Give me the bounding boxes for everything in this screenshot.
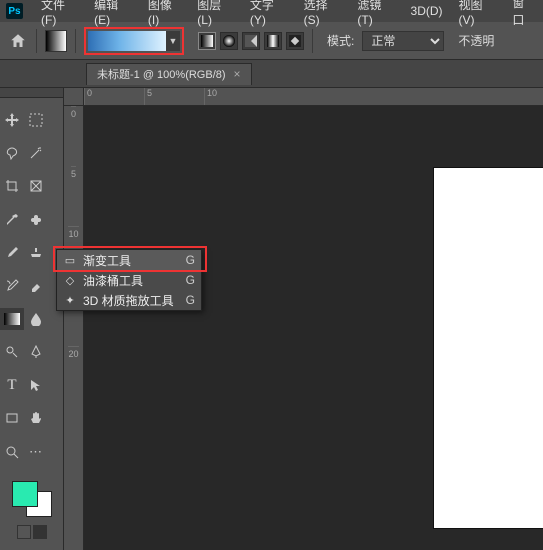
mode-label: 模式:	[327, 32, 354, 49]
foreground-color[interactable]	[12, 481, 38, 507]
gradient-icon: ▭	[63, 254, 77, 267]
flyout-item-gradient[interactable]: ▭ 渐变工具 G	[57, 250, 201, 270]
lasso-tool[interactable]	[0, 142, 24, 164]
clone-stamp-tool[interactable]	[24, 242, 48, 264]
edit-toolbar-button[interactable]: ⋯	[24, 441, 48, 463]
ruler-tick: 5	[144, 88, 204, 105]
document-tab-bar: 未标题-1 @ 100%(RGB/8) ×	[0, 60, 543, 88]
menu-edit[interactable]: 编辑(E)	[86, 0, 140, 27]
ruler-horizontal[interactable]: 0 5 10	[84, 88, 543, 106]
ruler-tick: 0	[84, 88, 144, 105]
hand-tool[interactable]	[24, 407, 48, 429]
crop-tool[interactable]	[0, 175, 24, 197]
blur-tool[interactable]	[24, 308, 48, 330]
eraser-tool[interactable]	[24, 275, 48, 297]
dodge-tool[interactable]	[0, 341, 24, 363]
material-drop-icon: ✦	[63, 294, 77, 307]
path-selection-tool[interactable]	[24, 374, 48, 396]
brush-tool[interactable]	[0, 242, 24, 264]
home-icon[interactable]	[8, 31, 28, 51]
screen-mode-toggle[interactable]	[33, 525, 47, 539]
gradient-diamond-button[interactable]	[286, 32, 304, 50]
app-logo: Ps	[6, 3, 23, 19]
menu-select[interactable]: 选择(S)	[296, 0, 350, 27]
type-tool[interactable]: T	[0, 374, 24, 396]
gradient-angle-button[interactable]	[242, 32, 260, 50]
rectangle-tool[interactable]	[0, 407, 24, 429]
ruler-vertical[interactable]: 0 5 10 15 20	[64, 106, 84, 550]
gradient-preview[interactable]	[88, 31, 166, 51]
magic-wand-tool[interactable]	[24, 142, 48, 164]
paint-bucket-icon: ◇	[63, 274, 77, 287]
zoom-tool[interactable]	[0, 441, 24, 463]
color-swatches	[0, 474, 63, 550]
close-icon[interactable]: ×	[234, 67, 241, 81]
foreground-background-colors[interactable]	[12, 481, 52, 517]
move-tool[interactable]	[0, 109, 24, 131]
quick-mask-toggle[interactable]	[17, 525, 31, 539]
flyout-shortcut: G	[181, 253, 195, 267]
ruler-tick: 5	[71, 166, 76, 226]
menu-window[interactable]: 窗口	[504, 0, 543, 28]
ruler-tick: 20	[68, 346, 78, 406]
menu-file[interactable]: 文件(F)	[33, 0, 86, 27]
menu-filter[interactable]: 滤镜(T)	[349, 0, 402, 27]
gradient-picker-highlight: ▼	[84, 27, 184, 55]
menubar: Ps 文件(F) 编辑(E) 图像(I) 图层(L) 文字(Y) 选择(S) 滤…	[0, 0, 543, 22]
workspace: T ⋯ 0 5 10 0 5 10 15 20	[0, 88, 543, 550]
ruler-tick: 0	[71, 106, 76, 166]
gradient-tool[interactable]	[0, 308, 24, 330]
gradient-radial-button[interactable]	[220, 32, 238, 50]
eyedropper-tool[interactable]	[0, 209, 24, 231]
menu-3d[interactable]: 3D(D)	[403, 4, 451, 18]
canvas-document[interactable]	[434, 168, 543, 528]
blend-mode-select[interactable]: 正常	[362, 31, 444, 51]
flyout-shortcut: G	[181, 273, 195, 287]
frame-tool[interactable]	[24, 175, 48, 197]
opacity-label: 不透明	[458, 32, 494, 49]
divider	[75, 29, 76, 53]
toolbox: T ⋯	[0, 88, 64, 550]
options-bar: ▼ 模式: 正常 不透明	[0, 22, 543, 60]
ruler-tick: 10	[204, 88, 264, 105]
menu-layer[interactable]: 图层(L)	[189, 0, 242, 27]
flyout-item-paint-bucket[interactable]: ◇ 油漆桶工具 G	[57, 270, 201, 290]
divider	[36, 29, 37, 53]
flyout-item-label: 3D 材质拖放工具	[83, 292, 175, 309]
flyout-item-label: 油漆桶工具	[83, 272, 175, 289]
gradient-linear-button[interactable]	[198, 32, 216, 50]
gradient-reflected-button[interactable]	[264, 32, 282, 50]
flyout-item-3d-material[interactable]: ✦ 3D 材质拖放工具 G	[57, 290, 201, 310]
flyout-item-label: 渐变工具	[83, 252, 175, 269]
quick-mask-row	[17, 525, 47, 539]
document-tab-title: 未标题-1 @ 100%(RGB/8)	[97, 66, 226, 82]
menu-view[interactable]: 视图(V)	[451, 0, 505, 27]
gradient-picker-dropdown[interactable]: ▼	[166, 31, 180, 51]
pen-tool[interactable]	[24, 341, 48, 363]
gradient-tool-flyout: ▭ 渐变工具 G ◇ 油漆桶工具 G ✦ 3D 材质拖放工具 G	[56, 249, 202, 311]
spot-healing-tool[interactable]	[24, 209, 48, 231]
menu-type[interactable]: 文字(Y)	[242, 0, 296, 27]
canvas-area[interactable]: 0 5 10 0 5 10 15 20	[64, 88, 543, 550]
document-tab[interactable]: 未标题-1 @ 100%(RGB/8) ×	[86, 63, 252, 85]
tool-preset-button[interactable]	[45, 30, 67, 52]
history-brush-tool[interactable]	[0, 275, 24, 297]
divider	[312, 29, 313, 53]
rectangular-marquee-tool[interactable]	[24, 109, 48, 131]
menu-image[interactable]: 图像(I)	[140, 0, 189, 27]
ruler-corner	[64, 88, 84, 106]
gradient-type-group	[198, 32, 304, 50]
flyout-shortcut: G	[181, 293, 195, 307]
